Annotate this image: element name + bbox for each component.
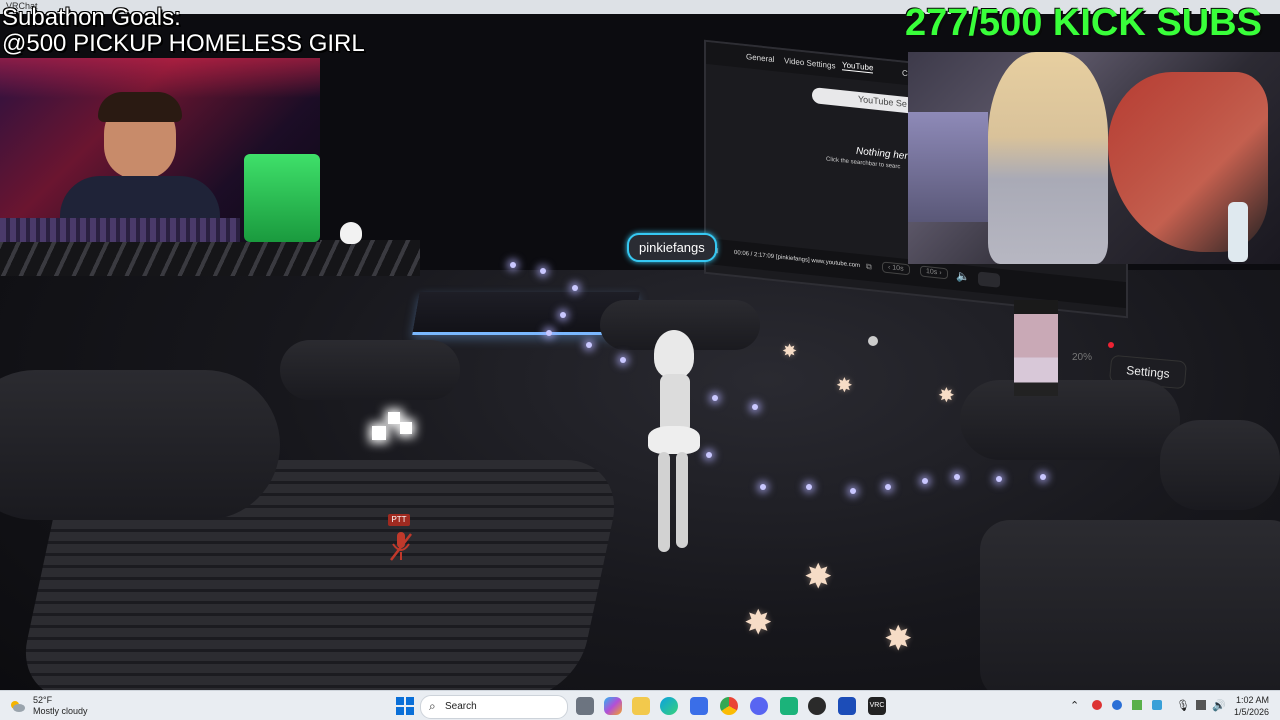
forward-button[interactable]: 10s › — [920, 265, 948, 280]
volume-icon[interactable]: 🔈 — [956, 269, 970, 283]
sofa-right-front — [980, 520, 1280, 690]
string-light — [885, 484, 891, 490]
pip-icon[interactable]: ⧉ — [866, 262, 872, 273]
search-label: Search — [445, 701, 477, 712]
string-light — [712, 395, 718, 401]
glow-cube — [372, 426, 386, 440]
subs-counter: 277/500 KICK SUBS — [905, 2, 1262, 44]
string-light — [560, 312, 566, 318]
star-decoration: ✸ — [836, 375, 853, 397]
rewind-button[interactable]: ‹ 10s — [882, 261, 910, 276]
video-time: 00:06 / 2:17:09 — [734, 249, 775, 261]
chrome-icon[interactable] — [720, 697, 738, 715]
string-light — [510, 262, 516, 268]
ghost-icon — [340, 222, 362, 244]
player-nameplate: pinkiefangs — [627, 233, 717, 262]
clock-time[interactable]: 1:02 AM — [1236, 695, 1269, 705]
sofa-back-left — [280, 340, 460, 400]
string-light — [752, 404, 758, 410]
mic-muted-icon — [388, 530, 414, 564]
weather-icon[interactable] — [8, 697, 26, 715]
tab-video-settings[interactable]: Video Settings — [784, 56, 835, 70]
file-explorer-icon[interactable] — [632, 697, 650, 715]
streamer-hair — [98, 92, 182, 122]
tab-youtube[interactable]: YouTube — [842, 60, 874, 74]
store-icon[interactable] — [690, 697, 708, 715]
search-icon: ⌕ — [429, 699, 436, 713]
glow-cube — [400, 422, 412, 434]
string-light — [572, 285, 578, 291]
string-light — [1040, 474, 1046, 480]
star-decoration: ✸ — [938, 385, 955, 407]
string-light — [760, 484, 766, 490]
network-icon[interactable] — [1196, 700, 1206, 710]
chevron-up-icon[interactable]: ⌃ — [1070, 699, 1079, 712]
string-light — [586, 342, 592, 348]
guest-person — [988, 52, 1108, 264]
glow-cube — [388, 412, 400, 424]
tray-app-icon[interactable] — [1092, 700, 1102, 710]
tab-general[interactable]: General — [746, 52, 774, 64]
discord-icon[interactable] — [750, 697, 768, 715]
goal-item: @500 PICKUP HOMELESS GIRL — [2, 30, 365, 57]
string-light — [922, 478, 928, 484]
avatar-skirt — [648, 426, 700, 454]
railing — [0, 240, 420, 276]
youtube-search-bar[interactable]: YouTube Se — [812, 87, 922, 115]
string-light — [954, 474, 960, 480]
star-decoration: ✸ — [884, 620, 913, 658]
sofa-right-arm — [1160, 420, 1280, 510]
string-light — [540, 268, 546, 274]
streamer-webcam — [0, 58, 320, 242]
sofa-right-back — [960, 380, 1180, 460]
avatar-leg — [676, 452, 688, 548]
weather-temp[interactable]: 52°F — [33, 695, 52, 705]
avatar-head — [654, 330, 694, 378]
star-decoration: ✸ — [804, 558, 833, 596]
volume-percent: 20% — [1072, 352, 1093, 363]
clock-date[interactable]: 1/5/2026 — [1234, 707, 1269, 717]
guest-monitor — [908, 112, 988, 222]
red-dot-indicator — [1108, 342, 1114, 348]
avatar-leg — [658, 452, 670, 552]
green-cup — [244, 154, 320, 242]
in-world-photo — [1014, 300, 1058, 396]
string-light — [850, 488, 856, 494]
string-light — [996, 476, 1002, 482]
task-view-icon[interactable] — [576, 697, 594, 715]
copilot-icon[interactable] — [604, 697, 622, 715]
string-light — [806, 484, 812, 490]
taskbar-search-box[interactable]: ⌕ Search — [420, 695, 568, 719]
ptt-label: PTT — [388, 514, 410, 526]
windows-icon[interactable] — [396, 697, 414, 715]
vrchat-icon[interactable]: VRC — [868, 697, 886, 715]
weather-desc[interactable]: Mostly cloudy — [33, 706, 88, 716]
keyboard — [0, 218, 240, 242]
windows-taskbar: 52°F Mostly cloudy ⌕ Search VRC ⌃ 🎙 🔊 1:… — [0, 690, 1280, 720]
mic-icon[interactable]: 🎙 — [1176, 699, 1190, 712]
obs-icon[interactable] — [808, 697, 826, 715]
goals-title: Subathon Goals: — [2, 4, 181, 31]
volume-slider[interactable] — [978, 271, 1000, 288]
vrchat-app-icon[interactable] — [838, 697, 856, 715]
player-avatar[interactable] — [640, 330, 710, 570]
sofa-left — [0, 370, 280, 520]
star-decoration: ✸ — [782, 341, 798, 361]
edge-icon[interactable] — [660, 697, 678, 715]
bluetooth-icon[interactable] — [1112, 700, 1122, 710]
app-icon[interactable] — [780, 697, 798, 715]
nvidia-icon[interactable] — [1132, 700, 1142, 710]
rewind-label: 10s — [892, 264, 904, 273]
cursor-dot — [868, 336, 878, 346]
water-bottle — [1228, 202, 1248, 262]
star-decoration: ✸ — [744, 604, 773, 642]
now-playing-url: [pinkiefangs] www.youtube.com — [776, 254, 861, 270]
string-light — [620, 357, 626, 363]
string-light — [546, 330, 552, 336]
forward-label: 10s — [926, 268, 938, 277]
volume-icon[interactable]: 🔊 — [1212, 699, 1226, 712]
tray-app-icon[interactable] — [1152, 700, 1162, 710]
avatar-body — [660, 374, 690, 434]
guest-webcam — [908, 52, 1280, 264]
